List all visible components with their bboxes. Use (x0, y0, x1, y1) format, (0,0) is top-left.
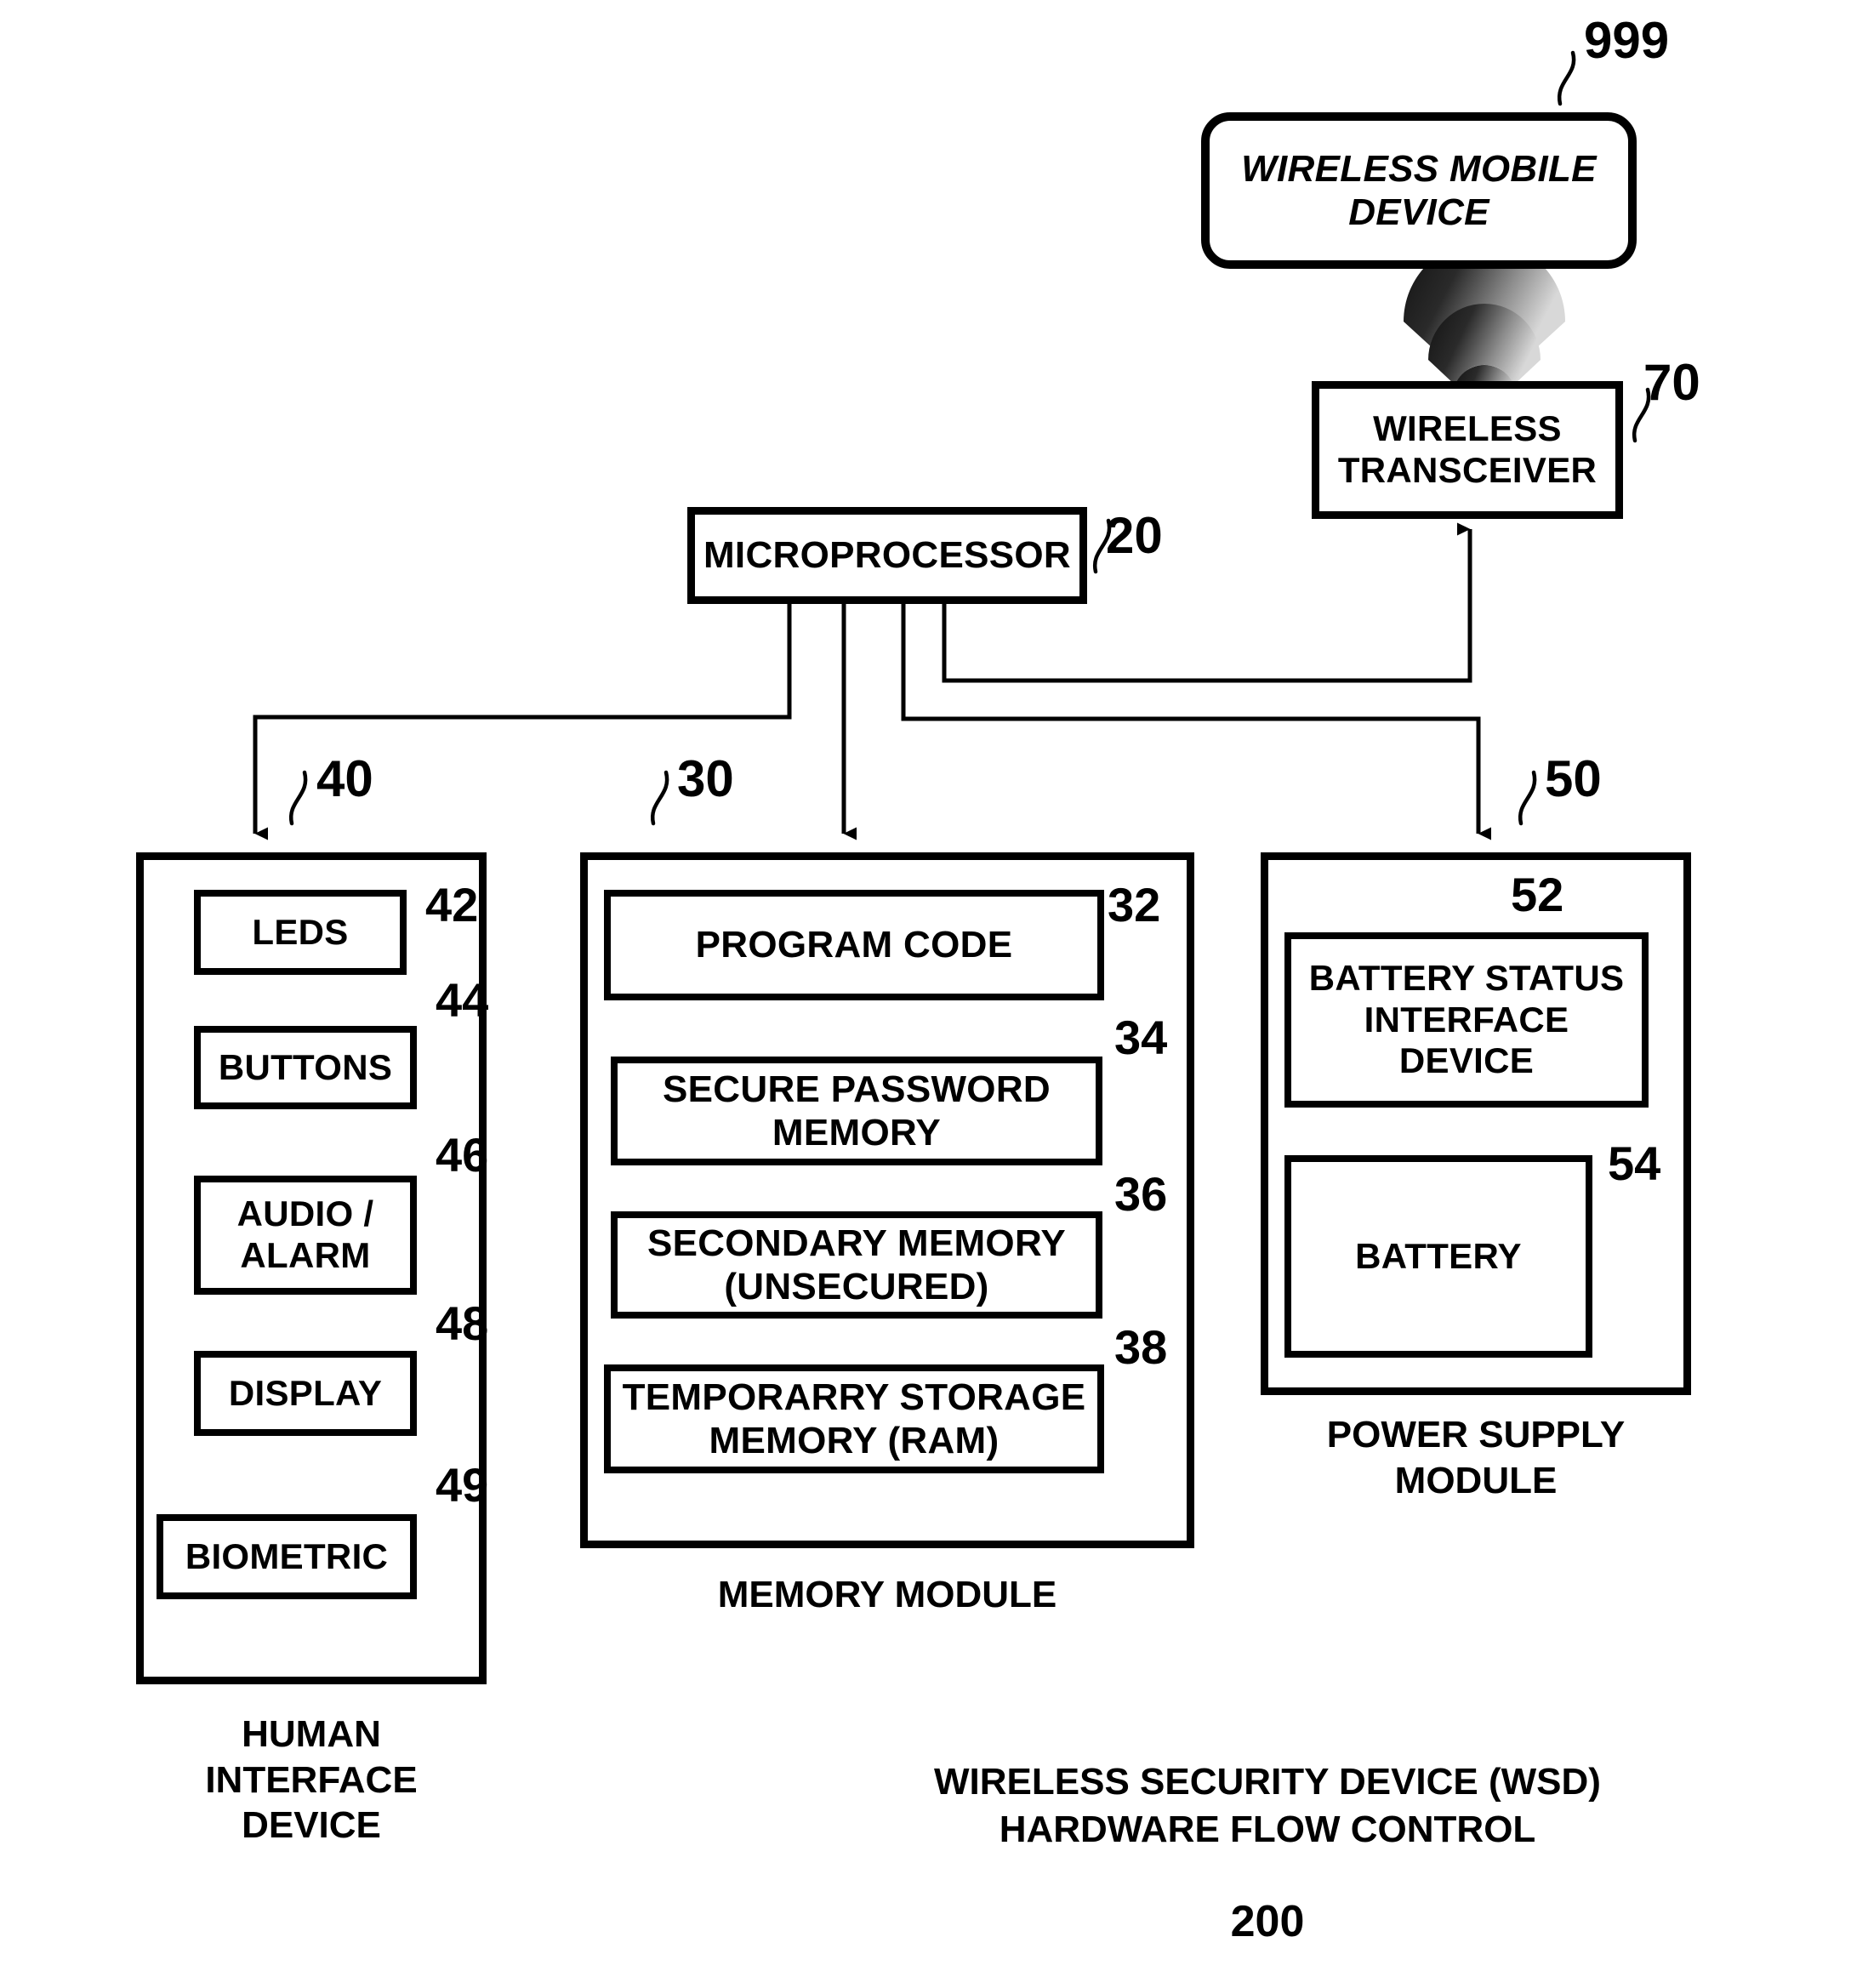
refnum-30: 30 (677, 750, 734, 807)
figure-title-line2: HARDWARE FLOW CONTROL (999, 1809, 1536, 1850)
memory-module-caption: MEMORY MODULE (717, 1574, 1057, 1615)
leader-50 (1518, 770, 1537, 826)
refnum-40: 40 (316, 750, 373, 807)
memory-item-program-code[interactable]: PROGRAM CODE (604, 890, 1104, 1000)
hid-item-biometric-label: BIOMETRIC (185, 1535, 389, 1576)
hid-item-buttons-label: BUTTONS (218, 1046, 393, 1087)
refnum-50: 50 (1545, 750, 1602, 807)
human-interface-device-caption: HUMAN INTERFACE DEVICE (205, 1713, 418, 1847)
memory-item-secure-password[interactable]: SECURE PASSWORD MEMORY (611, 1057, 1102, 1165)
refnum-36: 36 (1114, 1167, 1168, 1221)
refnum-38: 38 (1114, 1320, 1168, 1374)
power-supply-module-caption: POWER SUPPLY MODULE (1326, 1414, 1626, 1501)
refnum-48: 48 (436, 1296, 489, 1350)
leader-40 (288, 770, 308, 826)
hid-item-display-label: DISPLAY (228, 1372, 383, 1413)
refnum-34: 34 (1114, 1011, 1168, 1064)
leader-30 (650, 770, 669, 826)
hid-item-leds-label: LEDS (252, 911, 349, 952)
memory-item-temporary-storage[interactable]: TEMPORARRY STORAGE MEMORY (RAM) (604, 1364, 1104, 1473)
refnum-42: 42 (425, 878, 479, 931)
microprocessor-box[interactable]: MICROPROCESSOR (687, 507, 1087, 604)
wireless-mobile-device-box[interactable]: WIRELESS MOBILE DEVICE (1201, 112, 1637, 269)
hid-item-display[interactable]: DISPLAY (194, 1351, 417, 1436)
figure-number: 200 (1230, 1897, 1305, 1946)
refnum-49: 49 (436, 1458, 489, 1512)
power-item-battery-status-interface-label: BATTERY STATUS INTERFACE DEVICE (1308, 957, 1625, 1081)
refnum-52: 52 (1511, 868, 1564, 921)
memory-item-secondary-memory[interactable]: SECONDARY MEMORY (UNSECURED) (611, 1211, 1102, 1319)
wireless-transceiver-label: WIRELESS TRANSCEIVER (1337, 408, 1598, 490)
hid-item-audio-alarm[interactable]: AUDIO / ALARM (194, 1176, 417, 1295)
hid-item-leds[interactable]: LEDS (194, 890, 407, 975)
refnum-20: 20 (1106, 507, 1163, 564)
power-item-battery[interactable]: BATTERY (1284, 1155, 1592, 1358)
refnum-999: 999 (1584, 12, 1670, 69)
patent-figure-page: WIRELESS MOBILE DEVICE 999 WIRELESS TRAN… (0, 0, 1851, 1988)
hid-item-audio-alarm-label: AUDIO / ALARM (236, 1193, 374, 1275)
memory-item-temporary-storage-label: TEMPORARRY STORAGE MEMORY (RAM) (622, 1376, 1086, 1461)
microprocessor-label: MICROPROCESSOR (703, 534, 1072, 577)
refnum-32: 32 (1108, 878, 1161, 931)
memory-item-secure-password-label: SECURE PASSWORD MEMORY (663, 1068, 1051, 1153)
wireless-mobile-device-label: WIRELESS MOBILE DEVICE (1241, 147, 1597, 233)
refnum-70: 70 (1643, 354, 1700, 411)
memory-item-program-code-label: PROGRAM CODE (695, 924, 1013, 966)
wireless-transceiver-box[interactable]: WIRELESS TRANSCEIVER (1312, 381, 1623, 519)
refnum-46: 46 (436, 1128, 489, 1182)
refnum-54: 54 (1608, 1136, 1661, 1190)
power-item-battery-label: BATTERY (1355, 1235, 1522, 1276)
hid-item-buttons[interactable]: BUTTONS (194, 1026, 417, 1109)
leader-999 (1557, 50, 1576, 106)
figure-title-line1: WIRELESS SECURITY DEVICE (WSD) (934, 1761, 1601, 1803)
hid-item-biometric[interactable]: BIOMETRIC (157, 1514, 417, 1599)
power-item-battery-status-interface[interactable]: BATTERY STATUS INTERFACE DEVICE (1284, 932, 1649, 1108)
link-micro-to-power (901, 604, 1491, 840)
refnum-44: 44 (436, 973, 489, 1027)
memory-item-secondary-memory-label: SECONDARY MEMORY (UNSECURED) (646, 1222, 1067, 1307)
